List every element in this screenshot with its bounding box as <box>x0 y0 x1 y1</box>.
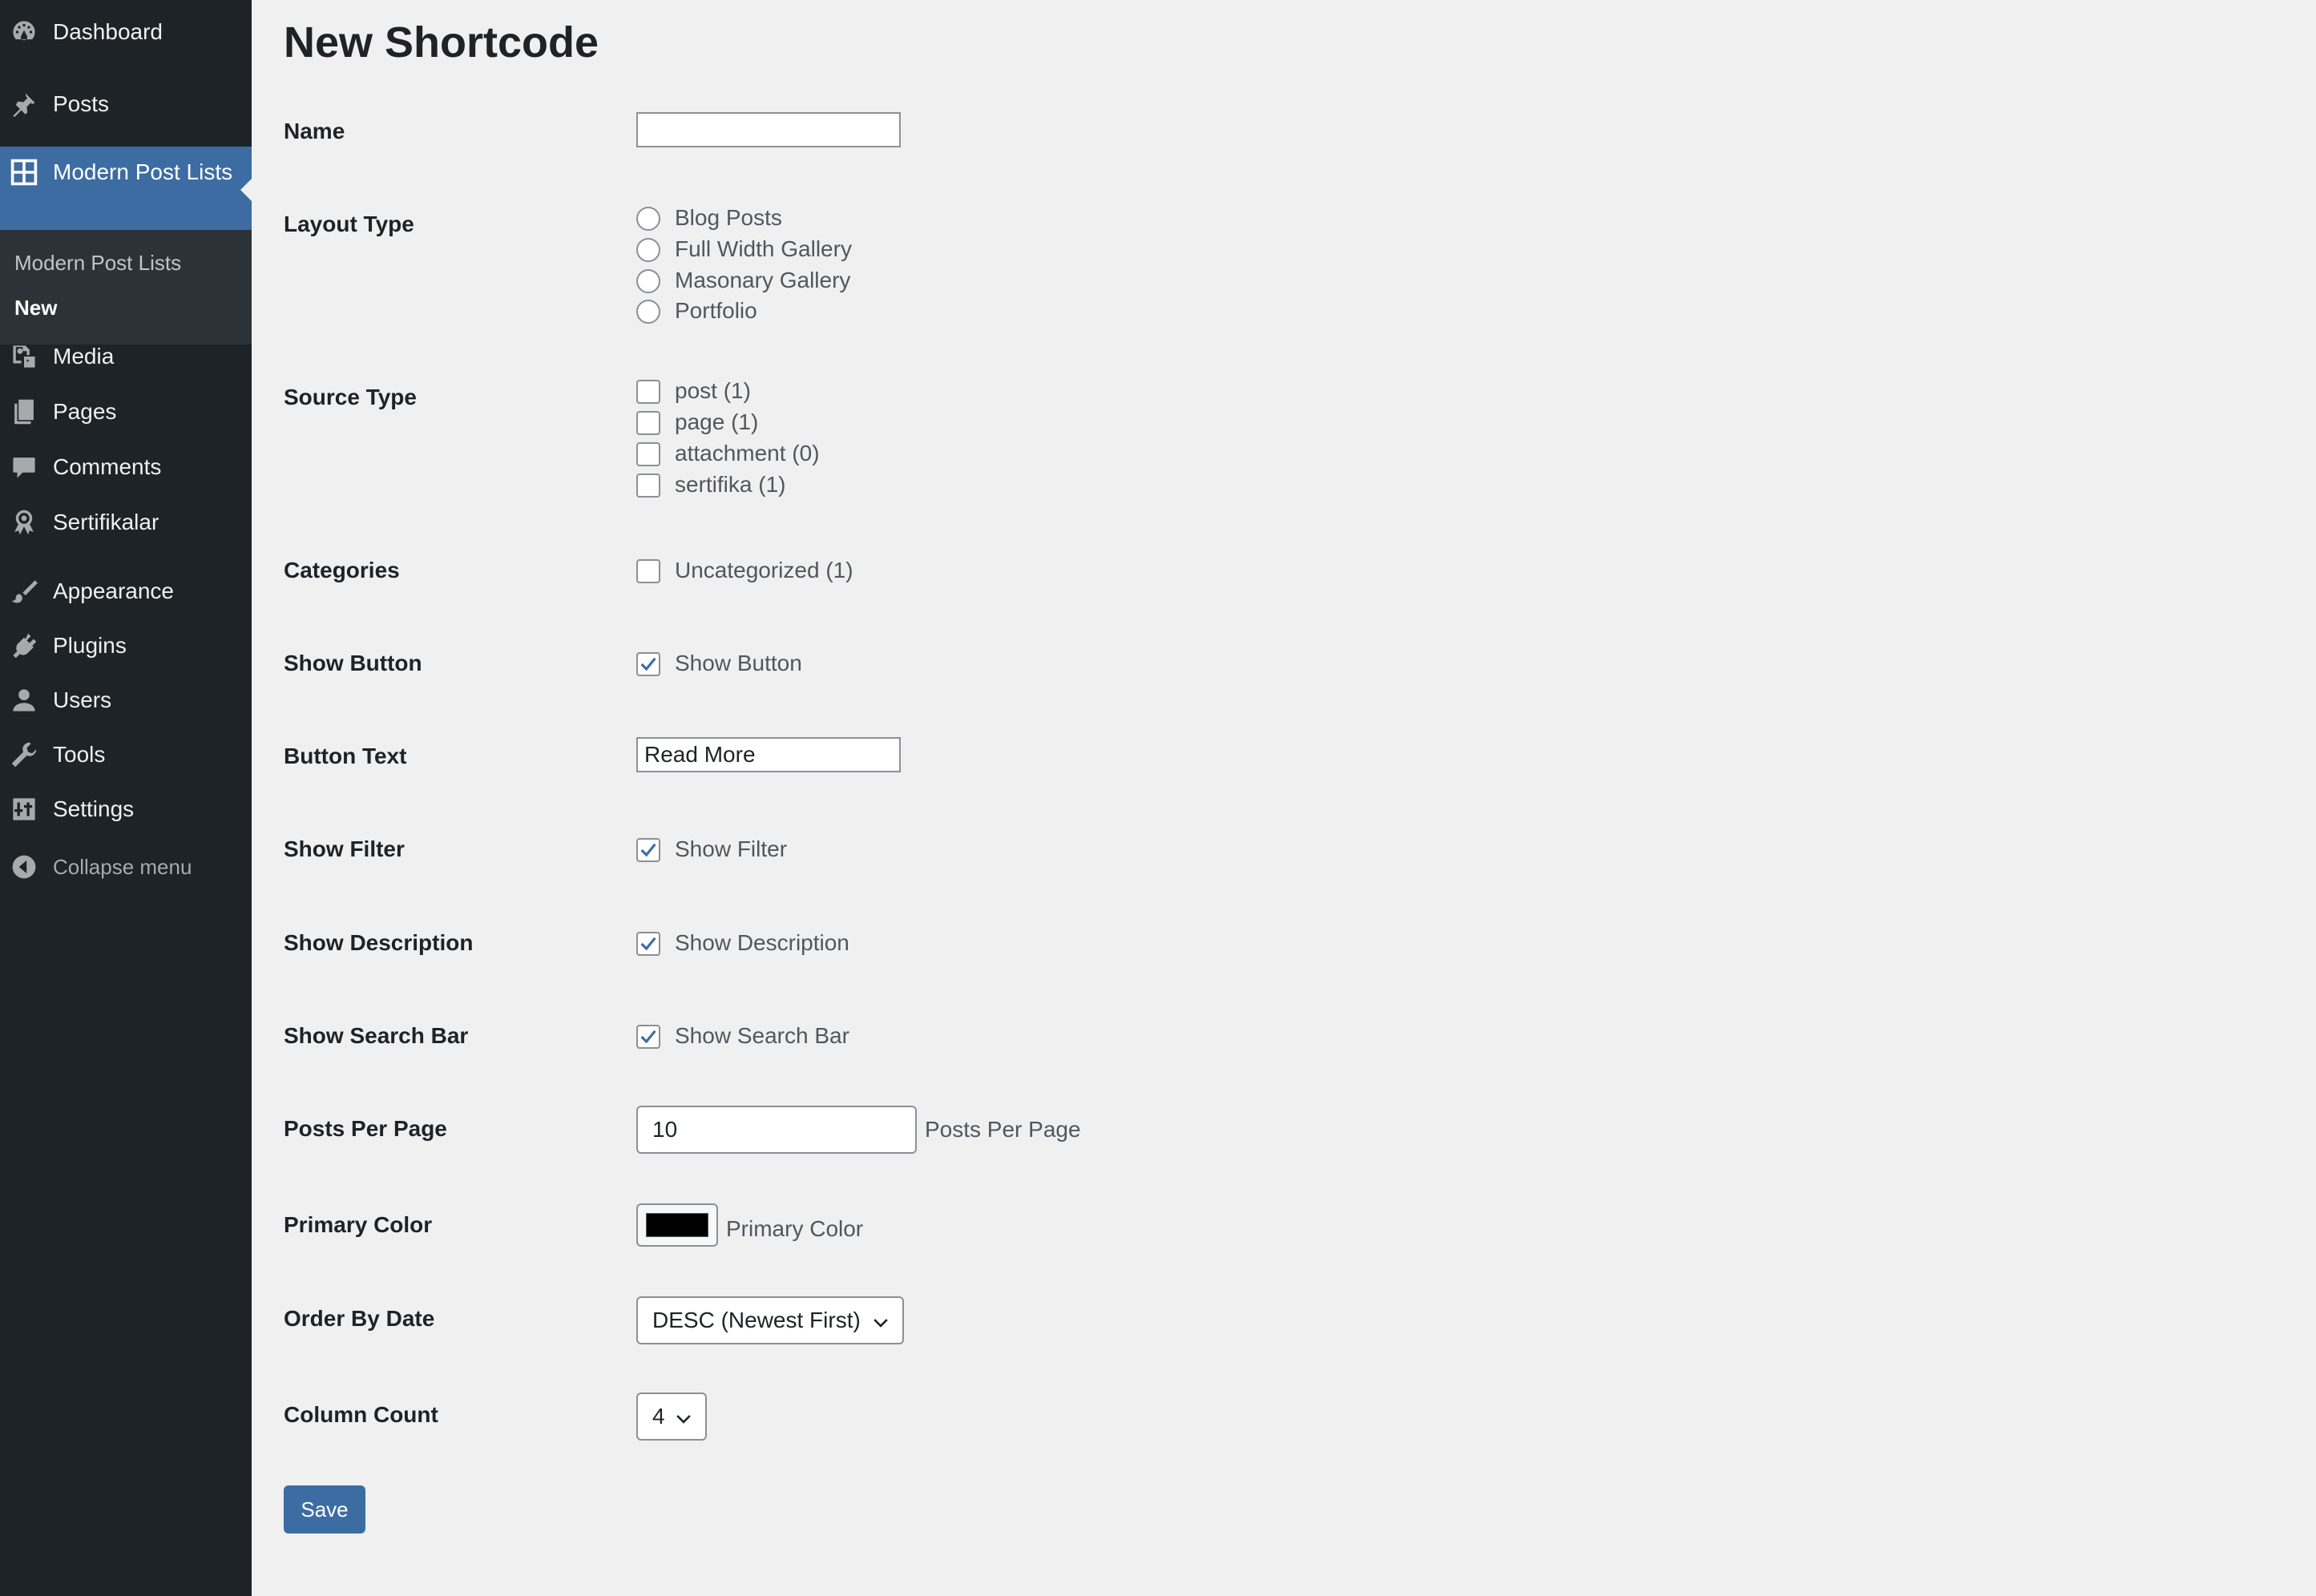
menu-label: Dashboard <box>53 19 163 44</box>
layout-type-label: Layout Type <box>284 212 414 236</box>
menu-label: Plugins <box>53 633 127 658</box>
dashboard-icon <box>10 18 38 46</box>
brush-icon <box>10 577 38 606</box>
menu-label: Media <box>53 344 115 369</box>
plugin-icon <box>10 631 38 660</box>
show-filter-label: Show Filter <box>284 836 405 861</box>
grid-icon <box>10 158 38 187</box>
checkbox[interactable] <box>636 474 660 498</box>
posts-per-page-label: Posts Per Page <box>284 1116 447 1141</box>
menu-item-modern-post-lists[interactable]: Modern Post Lists <box>0 147 252 230</box>
pin-icon <box>10 90 38 119</box>
active-arrow <box>240 179 252 201</box>
button-text-label: Button Text <box>284 744 407 768</box>
menu-label: Collapse menu <box>53 855 192 879</box>
checkbox[interactable] <box>636 380 660 404</box>
radio-button[interactable] <box>636 300 660 324</box>
checkbox-checked[interactable] <box>636 1025 660 1049</box>
source-type-label: Source Type <box>284 385 417 409</box>
color-swatch <box>646 1213 708 1237</box>
user-icon <box>10 686 38 715</box>
show-search-bar-label: Show Search Bar <box>284 1023 469 1048</box>
checkmark-icon <box>640 843 656 857</box>
column-count-select[interactable]: 4 <box>636 1392 707 1441</box>
menu-label: Pages <box>53 399 117 424</box>
comment-icon <box>10 453 38 482</box>
checkbox-checked[interactable] <box>636 932 660 956</box>
posts-per-page-suffix: Posts Per Page <box>925 1117 1081 1142</box>
option-label: Portfolio <box>675 298 757 323</box>
checkbox-checked[interactable] <box>636 652 660 676</box>
wrench-icon <box>10 740 38 769</box>
menu-label: Tools <box>53 742 106 767</box>
name-label: Name <box>284 119 345 143</box>
radio-button[interactable] <box>636 207 660 231</box>
option-label: page (1) <box>675 409 759 434</box>
option-label: Show Search Bar <box>675 1023 849 1048</box>
menu-label: Modern Post Lists <box>53 159 233 184</box>
radio-button[interactable] <box>636 238 660 262</box>
option-label: Masonary Gallery <box>675 268 851 292</box>
option-label: attachment (0) <box>675 441 820 466</box>
option-label: sertifika (1) <box>675 472 786 497</box>
option-label: Show Button <box>675 651 802 675</box>
save-button[interactable]: Save <box>284 1485 365 1534</box>
option-label: post (1) <box>675 378 751 403</box>
settings-icon <box>10 795 38 824</box>
menu-label: Sertifikalar <box>53 510 159 534</box>
award-icon <box>10 508 38 537</box>
checkmark-icon <box>640 657 656 671</box>
option-label: Full Width Gallery <box>675 236 852 261</box>
menu-label: Comments <box>53 454 162 479</box>
categories-label: Categories <box>284 558 400 582</box>
button-text-input[interactable] <box>636 737 901 772</box>
pages-icon <box>10 397 38 426</box>
checkbox[interactable] <box>636 411 660 435</box>
submenu-item-modern-post-lists[interactable]: Modern Post Lists <box>14 251 181 276</box>
checkbox[interactable] <box>636 559 660 583</box>
show-description-label: Show Description <box>284 930 474 955</box>
column-count-label: Column Count <box>284 1402 438 1427</box>
option-label: Uncategorized (1) <box>675 558 853 582</box>
option-label: Blog Posts <box>675 205 782 230</box>
checkmark-icon <box>640 937 656 951</box>
order-by-date-select[interactable]: DESC (Newest First) <box>636 1296 904 1344</box>
submenu-item-new[interactable]: New <box>14 296 57 320</box>
media-icon <box>10 342 38 371</box>
primary-color-suffix: Primary Color <box>726 1216 864 1241</box>
name-input[interactable] <box>636 112 901 147</box>
chevron-down-icon <box>676 1415 691 1424</box>
primary-color-label: Primary Color <box>284 1212 433 1237</box>
menu-label: Settings <box>53 796 135 821</box>
menu-label: Appearance <box>53 578 175 603</box>
radio-button[interactable] <box>636 269 660 293</box>
menu-label: Users <box>53 687 112 712</box>
menu-label: Posts <box>53 91 110 116</box>
checkbox[interactable] <box>636 442 660 466</box>
show-button-label: Show Button <box>284 651 422 675</box>
collapse-icon <box>10 852 38 881</box>
primary-color-picker[interactable] <box>636 1203 718 1247</box>
option-label: Show Filter <box>675 836 788 861</box>
select-value: DESC (Newest First) <box>652 1308 861 1332</box>
option-label: Show Description <box>675 930 849 955</box>
checkbox-checked[interactable] <box>636 838 660 862</box>
submenu: Modern Post Lists New <box>0 230 252 345</box>
select-value: 4 <box>652 1404 665 1429</box>
posts-per-page-input[interactable] <box>636 1106 917 1154</box>
order-by-date-label: Order By Date <box>284 1306 435 1331</box>
page-title: New Shortcode <box>284 18 599 66</box>
checkmark-icon <box>640 1030 656 1044</box>
admin-sidebar: Dashboard Posts Modern Post Lists Modern… <box>0 0 252 1596</box>
chevron-down-icon <box>874 1319 888 1328</box>
